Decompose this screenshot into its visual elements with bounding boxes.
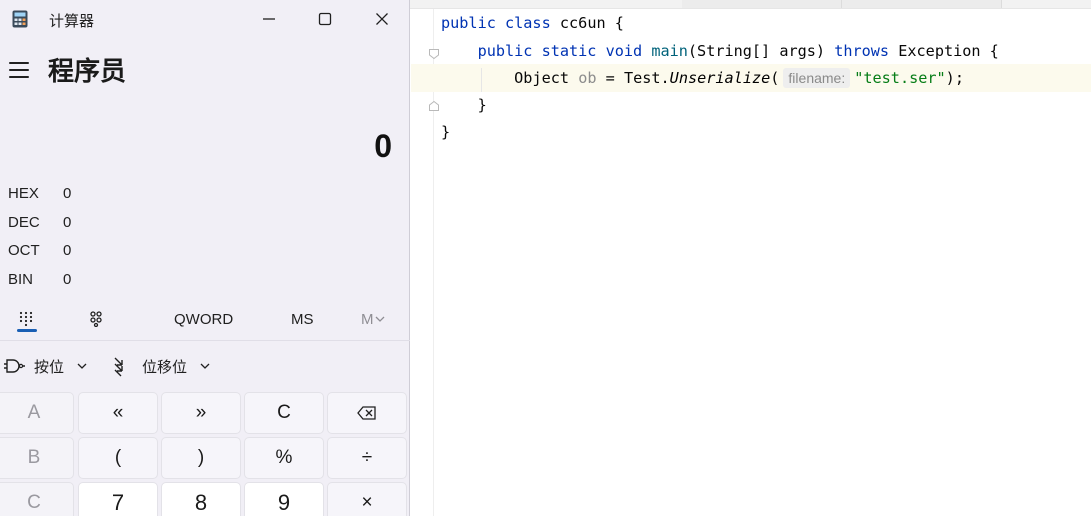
key-a[interactable]: A (0, 392, 74, 434)
result-display: 0 (374, 128, 392, 164)
key-b[interactable]: B (0, 437, 74, 479)
logic-gate-icon (4, 359, 25, 373)
radix-label: DEC (8, 214, 40, 231)
memory-list-label: M (361, 310, 374, 328)
editor-tab[interactable] (842, 0, 1002, 8)
radix-row-bin[interactable]: BIN 0 (8, 267, 128, 293)
variable-name: ob (578, 69, 597, 87)
radix-label: HEX (8, 185, 39, 202)
bit-shift-icon (114, 357, 123, 377)
memory-list-button[interactable]: M (361, 302, 385, 336)
editor-tab-strip[interactable] (410, 0, 1091, 9)
bitwise-label: 按位 (34, 358, 65, 376)
keyword: public static void (477, 42, 643, 60)
paren: ( (770, 69, 780, 87)
radix-row-hex[interactable]: HEX 0 (8, 181, 128, 207)
radix-row-dec[interactable]: DEC 0 (8, 210, 128, 236)
key-9[interactable]: 9 (244, 482, 324, 516)
method-name: main (651, 42, 688, 60)
title-bar[interactable]: 计算器 (0, 0, 410, 38)
window-title: 计算器 (49, 13, 95, 30)
type-name: Object (514, 69, 570, 87)
bitshift-dropdown[interactable]: 位移位 (112, 353, 211, 379)
active-tab-indicator (17, 329, 37, 332)
fold-close-icon[interactable] (428, 97, 440, 111)
key-c[interactable]: C (0, 482, 74, 516)
word-size-button[interactable]: QWORD (174, 302, 233, 336)
chevron-down-icon (375, 316, 384, 322)
key-close-paren[interactable]: ) (161, 437, 241, 479)
bitwise-dropdown[interactable]: 按位 (4, 353, 88, 379)
params: (String[] args) (687, 42, 826, 60)
code-line-1[interactable]: public class cc6un { (441, 13, 624, 33)
code-editor[interactable]: public class cc6un { public static void … (410, 0, 1091, 516)
parameter-hint: filename: (783, 68, 851, 88)
code-line-5[interactable]: } (441, 122, 450, 142)
class-name: cc6un (559, 14, 606, 32)
brace: { (614, 14, 624, 32)
code-line-3[interactable]: Object ob = Test.Unserialize(filename: "t… (441, 68, 964, 88)
mode-title: 程序员 (48, 56, 127, 86)
calculator-window[interactable]: 计算器 程序员 0 HEX 0 DEC 0 OCT 0 BIN 0 QWORD … (0, 0, 410, 516)
string-literal: "test.ser" (854, 69, 946, 87)
key-8[interactable]: 8 (161, 482, 241, 516)
minimize-icon (263, 18, 275, 20)
radix-value: 0 (63, 214, 72, 231)
bit-toggle-keypad-button[interactable] (88, 302, 104, 336)
key-clear[interactable]: C (244, 392, 324, 434)
divider (0, 340, 410, 341)
brace: } (441, 123, 451, 141)
key-multiply[interactable]: × (327, 482, 407, 516)
fold-open-icon[interactable] (428, 45, 440, 60)
close-icon (376, 13, 388, 25)
key-right-shift[interactable]: » (161, 392, 241, 434)
key-backspace[interactable] (327, 392, 407, 434)
class-ref: Test. (623, 69, 670, 87)
editor-tab[interactable] (682, 0, 842, 8)
key-7[interactable]: 7 (78, 482, 158, 516)
calculator-app-icon (12, 10, 28, 28)
minimize-button[interactable] (246, 4, 292, 34)
exception-type: Exception { (898, 42, 999, 60)
radix-value: 0 (63, 242, 72, 259)
chevron-down-icon (77, 363, 87, 369)
operator: = (605, 69, 615, 87)
key-modulo[interactable]: % (244, 437, 324, 479)
key-left-shift[interactable]: « (78, 392, 158, 434)
bitshift-label: 位移位 (142, 358, 188, 376)
hamburger-icon (9, 62, 29, 64)
radix-label: OCT (8, 242, 40, 259)
keyword: public class (441, 14, 551, 32)
keypad-grid-icon (19, 311, 33, 327)
radix-row-oct[interactable]: OCT 0 (8, 238, 128, 264)
close-button[interactable] (359, 4, 405, 34)
key-divide[interactable]: ÷ (327, 437, 407, 479)
radix-value: 0 (63, 185, 72, 202)
backspace-icon (357, 406, 376, 420)
chevron-down-icon (200, 363, 210, 369)
memory-store-button[interactable]: MS (291, 302, 314, 336)
maximize-button[interactable] (302, 4, 348, 34)
code-line-2[interactable]: public static void main(String[] args) t… (441, 41, 999, 61)
bit-toggle-icon (90, 311, 102, 327)
code-line-4[interactable]: } (441, 95, 487, 115)
method-call: Unserialize (669, 69, 771, 87)
maximize-icon (318, 12, 332, 26)
radix-label: BIN (8, 271, 34, 288)
paren-close: ); (945, 69, 964, 87)
navigation-menu-button[interactable] (8, 60, 30, 80)
keyword: throws (834, 42, 890, 60)
key-open-paren[interactable]: ( (78, 437, 158, 479)
radix-value: 0 (63, 271, 72, 288)
brace: } (477, 96, 487, 114)
